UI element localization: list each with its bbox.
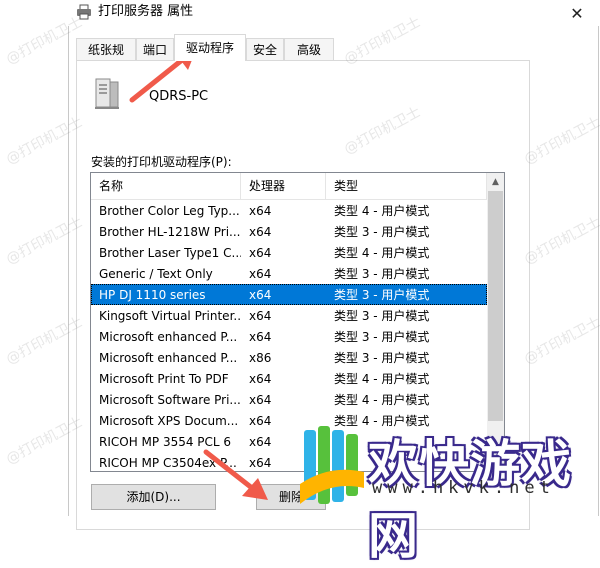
driver-name: Brother Laser Type1 C... (99, 245, 241, 260)
list-header: 名称 处理器 类型 (91, 173, 487, 200)
tab-ports[interactable]: 端口 (136, 38, 174, 60)
window-title: 打印服务器 属性 (98, 4, 194, 19)
watermark-text: @打印机卫士 (3, 314, 86, 368)
driver-row[interactable]: Brother Color Leg Typ... x64 类型 4 - 用户模式 (91, 200, 487, 221)
driver-name: Microsoft XPS Docum... (99, 413, 239, 428)
driver-processor: x64 (249, 392, 272, 407)
printer-tower-icon (95, 78, 119, 109)
watermark-text: @打印机卫士 (521, 314, 600, 368)
driver-row[interactable]: Brother Laser Type1 C... x64 类型 4 - 用户模式 (91, 242, 487, 263)
driver-row[interactable]: Microsoft Software Pri... x64 类型 4 - 用户模式 (91, 389, 487, 410)
driver-row[interactable]: Kingsoft Virtual Printer... x64 类型 3 - 用户模… (91, 305, 487, 326)
driver-processor: x64 (249, 224, 272, 239)
driver-name: Brother Color Leg Typ... (99, 203, 240, 218)
server-name: QDRS-PC (149, 89, 209, 104)
driver-row[interactable]: Microsoft enhanced P... x86 类型 3 - 用户模式 (91, 347, 487, 368)
logo-emblem-icon (300, 426, 364, 504)
driver-processor: x64 (249, 245, 272, 260)
driver-processor: x64 (249, 287, 272, 302)
watermark-text: @打印机卫士 (3, 114, 86, 168)
close-button[interactable]: ✕ (554, 0, 600, 26)
watermark-text: @打印机卫士 (521, 214, 600, 268)
close-icon: ✕ (570, 3, 584, 23)
printer-icon (77, 4, 91, 20)
driver-processor: x64 (249, 308, 272, 323)
driver-row[interactable]: Brother HL-1218W Pri... x64 类型 3 - 用户模式 (91, 221, 487, 242)
column-header-type[interactable]: 类型 (326, 173, 487, 199)
driver-type: 类型 3 - 用户模式 (334, 351, 430, 365)
driver-name: RICOH MP C3504ex P... (99, 455, 237, 470)
driver-type: 类型 3 - 用户模式 (334, 225, 430, 239)
logo-url: www.hkvk.net (372, 478, 555, 498)
driver-name: Kingsoft Virtual Printer... (99, 308, 241, 323)
driver-type: 类型 3 - 用户模式 (334, 330, 430, 344)
watermark-text: @打印机卫士 (521, 114, 600, 168)
driver-type: 类型 4 - 用户模式 (334, 246, 430, 260)
scroll-up-arrow-icon[interactable]: ▲ (487, 173, 504, 190)
tab-security[interactable]: 安全 (246, 38, 284, 60)
driver-name: Microsoft Print To PDF (99, 371, 229, 386)
driver-processor: x64 (249, 266, 272, 281)
driver-name: RICOH MP 3554 PCL 6 (99, 434, 232, 449)
column-header-processor[interactable]: 处理器 (241, 173, 326, 199)
driver-type: 类型 3 - 用户模式 (334, 309, 430, 323)
driver-type: 类型 3 - 用户模式 (334, 267, 430, 281)
driver-row[interactable]: Generic / Text Only x64 类型 3 - 用户模式 (91, 263, 487, 284)
column-header-name[interactable]: 名称 (91, 173, 241, 199)
driver-processor: x86 (249, 350, 272, 365)
driver-name: Microsoft enhanced P... (99, 350, 238, 365)
driver-name: Generic / Text Only (99, 266, 213, 281)
driver-name: HP DJ 1110 series (99, 287, 206, 302)
driver-row[interactable]: Microsoft enhanced P... x64 类型 3 - 用户模式 (91, 326, 487, 347)
title-bar: 打印服务器 属性 ✕ (68, 0, 600, 26)
window-left-border (68, 0, 69, 516)
driver-row[interactable]: HP DJ 1110 series x64 类型 3 - 用户模式 (91, 284, 487, 305)
driver-type: 类型 4 - 用户模式 (334, 204, 430, 218)
driver-processor: x64 (249, 329, 272, 344)
driver-type: 类型 4 - 用户模式 (334, 372, 430, 386)
scroll-thumb[interactable] (488, 191, 503, 421)
driver-type: 类型 4 - 用户模式 (334, 393, 430, 407)
watermark-text: @打印机卫士 (3, 414, 86, 468)
site-logo: 欢快游戏网 www.hkvk.net (296, 420, 600, 565)
driver-processor: x64 (249, 203, 272, 218)
driver-name: Microsoft Software Pri... (99, 392, 241, 407)
driver-type: 类型 3 - 用户模式 (334, 288, 430, 302)
installed-drivers-label: 安装的打印机驱动程序(P): (91, 155, 232, 169)
add-driver-button[interactable]: 添加(D)... (91, 484, 216, 510)
driver-name: Microsoft enhanced P... (99, 329, 238, 344)
driver-name: Brother HL-1218W Pri... (99, 224, 241, 239)
tab-drivers[interactable]: 驱动程序 (174, 34, 246, 61)
tab-advanced[interactable]: 高级 (284, 38, 334, 60)
tab-paper-size[interactable]: 纸张规格 (76, 38, 136, 79)
watermark-text: @打印机卫士 (3, 214, 86, 268)
driver-processor: x64 (249, 371, 272, 386)
driver-row[interactable]: Microsoft Print To PDF x64 类型 4 - 用户模式 (91, 368, 487, 389)
